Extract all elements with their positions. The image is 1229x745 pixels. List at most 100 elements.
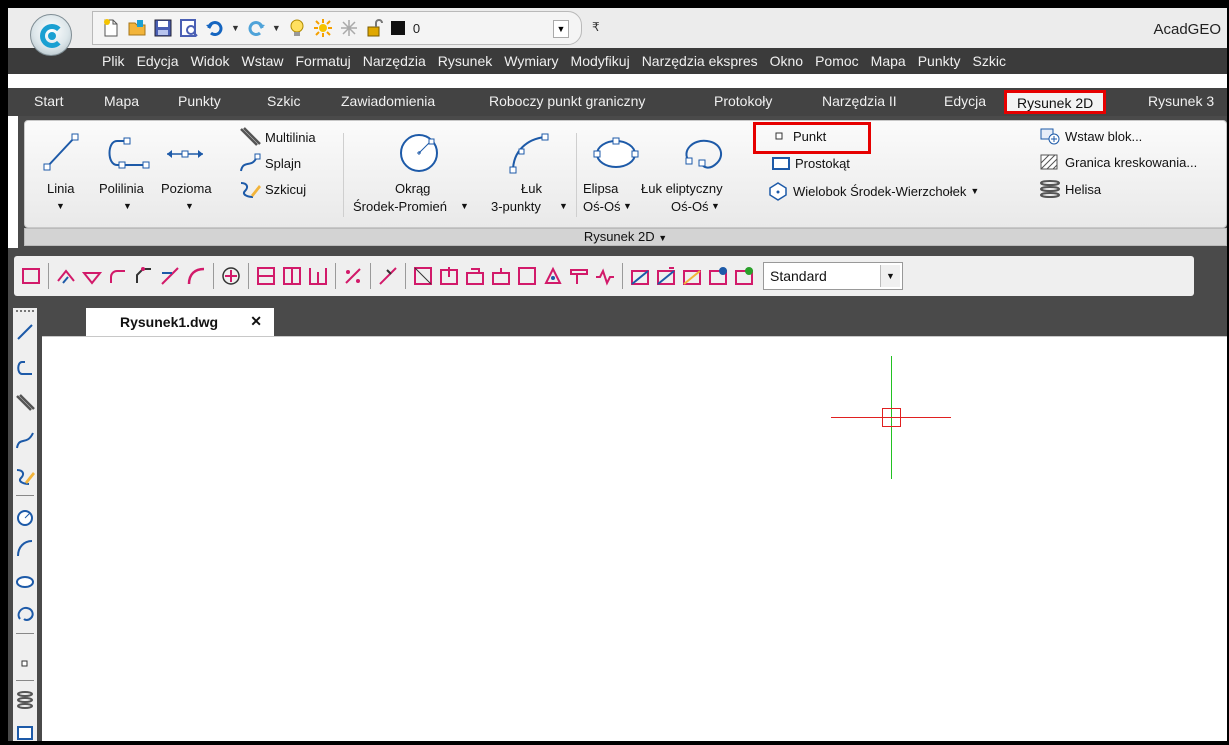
ellipse-icon[interactable]: [593, 137, 639, 171]
section-tool-3-icon[interactable]: [464, 265, 486, 287]
tab-edycja[interactable]: Edycja: [944, 93, 986, 109]
style-dropdown-icon[interactable]: ▼: [880, 265, 900, 287]
tab-punkty[interactable]: Punkty: [178, 93, 221, 109]
polygon-dropdown-icon[interactable]: ▼: [970, 186, 979, 196]
redo-dropdown-icon[interactable]: ▼: [272, 23, 281, 33]
dimension-tool-1-icon[interactable]: [255, 265, 277, 287]
close-tab-icon[interactable]: ✕: [250, 313, 262, 330]
horizontal-line-icon[interactable]: [165, 147, 205, 161]
tab-rysunek-3d[interactable]: Rysunek 3: [1148, 93, 1214, 109]
line-icon[interactable]: [15, 322, 35, 342]
menu-wymiary[interactable]: Wymiary: [498, 53, 564, 69]
polyline-icon[interactable]: [101, 135, 151, 173]
menu-szkic[interactable]: Szkic: [967, 53, 1012, 69]
line-icon[interactable]: [41, 131, 81, 173]
chamfer-tool-icon[interactable]: [133, 265, 155, 287]
table-tool-4-icon[interactable]: [707, 265, 729, 287]
elliptical-arc-dropdown-icon[interactable]: ▼: [711, 201, 720, 211]
multiline-button[interactable]: Multilinia: [239, 127, 316, 147]
arc-icon[interactable]: [507, 131, 551, 175]
multiline-icon[interactable]: [15, 394, 35, 414]
fillet-tool-icon[interactable]: [107, 265, 129, 287]
undo-dropdown-icon[interactable]: ▼: [231, 23, 240, 33]
toolbar-grip[interactable]: [16, 310, 34, 312]
menu-okno[interactable]: Okno: [764, 53, 809, 69]
spline-icon[interactable]: [15, 430, 35, 450]
menu-edycja[interactable]: Edycja: [131, 53, 185, 69]
mirror-tool-icon[interactable]: [81, 265, 103, 287]
tab-roboczy-punkt-graniczny[interactable]: Roboczy punkt graniczny: [489, 93, 645, 109]
hatch-boundary-button[interactable]: Granica kreskowania...: [1039, 153, 1197, 171]
menu-wstaw[interactable]: Wstaw: [236, 53, 290, 69]
lightbulb-icon[interactable]: [287, 18, 307, 38]
horizontal-line-label[interactable]: Pozioma: [161, 181, 212, 196]
new-file-icon[interactable]: [101, 18, 121, 38]
arc-label[interactable]: Łuk: [521, 181, 542, 196]
section-tool-5-icon[interactable]: [516, 265, 538, 287]
rectangle-button[interactable]: Prostokąt: [771, 155, 850, 171]
break-tool-icon[interactable]: [377, 265, 399, 287]
tab-zawiadomienia[interactable]: Zawiadomienia: [341, 93, 435, 109]
table-tool-5-icon[interactable]: [733, 265, 755, 287]
elliptical-arc-icon[interactable]: [15, 604, 35, 624]
dimension-style-select[interactable]: Standard ▼: [763, 262, 903, 290]
tab-mapa[interactable]: Mapa: [104, 93, 139, 109]
helix-icon[interactable]: [15, 690, 35, 710]
arc-tool-icon[interactable]: [185, 265, 207, 287]
menu-rysunek[interactable]: Rysunek: [432, 53, 498, 69]
arc-mode-label[interactable]: 3-punkty: [491, 199, 541, 214]
tab-start[interactable]: Start: [34, 93, 64, 109]
lock-icon[interactable]: [365, 18, 385, 38]
section-tool-7-icon[interactable]: [568, 265, 590, 287]
table-tool-2-icon[interactable]: [655, 265, 677, 287]
dimension-tool-3-icon[interactable]: [307, 265, 329, 287]
tab-narzedzia-ii[interactable]: Narzędzia II: [822, 93, 897, 109]
elliptical-arc-icon[interactable]: [679, 137, 727, 171]
application-menu-button[interactable]: [30, 14, 72, 56]
polygon-button[interactable]: Wielobok Środek-Wierzchołek ▼: [767, 181, 979, 201]
polyline-label[interactable]: Polilinia: [99, 181, 144, 196]
tab-protokoly[interactable]: Protokoły: [714, 93, 772, 109]
frame-tool-icon[interactable]: [20, 265, 42, 287]
open-folder-icon[interactable]: [127, 18, 147, 38]
ellipse-label[interactable]: Elipsa: [583, 181, 618, 196]
dimension-tool-2-icon[interactable]: [281, 265, 303, 287]
circle-label[interactable]: Okrąg: [395, 181, 430, 196]
freeze-icon[interactable]: [339, 18, 359, 38]
menu-pomoc[interactable]: Pomoc: [809, 53, 865, 69]
sketch-button[interactable]: Szkicuj: [239, 179, 306, 199]
polyline-dropdown-icon[interactable]: ▼: [123, 201, 132, 211]
document-tab[interactable]: Rysunek1.dwg ✕: [86, 308, 274, 336]
sun-icon[interactable]: [313, 18, 333, 38]
menu-modyfikuj[interactable]: Modyfikuj: [565, 53, 636, 69]
panel-expand-icon[interactable]: ▼: [658, 233, 667, 243]
print-preview-icon[interactable]: [179, 18, 199, 38]
section-tool-2-icon[interactable]: [438, 265, 460, 287]
helix-button[interactable]: Helisa: [1039, 179, 1101, 199]
customize-qat-button[interactable]: ₹: [592, 20, 600, 34]
menu-formatuj[interactable]: Formatuj: [290, 53, 357, 69]
circle-icon[interactable]: [397, 131, 441, 175]
horizontal-line-dropdown-icon[interactable]: ▼: [185, 201, 194, 211]
section-tool-1-icon[interactable]: [412, 265, 434, 287]
elliptical-arc-mode-label[interactable]: Oś-Oś: [671, 199, 709, 214]
save-icon[interactable]: [153, 18, 173, 38]
circle-mode-label[interactable]: Środek-Promień: [353, 199, 447, 214]
tab-rysunek-2d[interactable]: Rysunek 2D: [1004, 90, 1107, 114]
undo-icon[interactable]: [205, 18, 225, 38]
line-label[interactable]: Linia: [47, 181, 74, 196]
ellipse-icon[interactable]: [15, 572, 35, 592]
section-tool-4-icon[interactable]: [490, 265, 512, 287]
layer-dropdown-button[interactable]: ▼: [553, 20, 569, 38]
ellipse-mode-label[interactable]: Oś-Oś: [583, 199, 621, 214]
drawing-canvas[interactable]: [42, 336, 1227, 741]
circle-icon[interactable]: [15, 508, 35, 528]
insert-block-button[interactable]: Wstaw blok...: [1039, 127, 1142, 145]
arc-dropdown-icon[interactable]: ▼: [559, 201, 568, 211]
menu-widok[interactable]: Widok: [185, 53, 236, 69]
menu-mapa[interactable]: Mapa: [865, 53, 912, 69]
sketch-icon[interactable]: [15, 466, 35, 486]
wave-tool-icon[interactable]: [594, 265, 616, 287]
ribbon-panel-title[interactable]: Rysunek 2D ▼: [24, 228, 1227, 246]
menu-narzedzia[interactable]: Narzędzia: [357, 53, 432, 69]
